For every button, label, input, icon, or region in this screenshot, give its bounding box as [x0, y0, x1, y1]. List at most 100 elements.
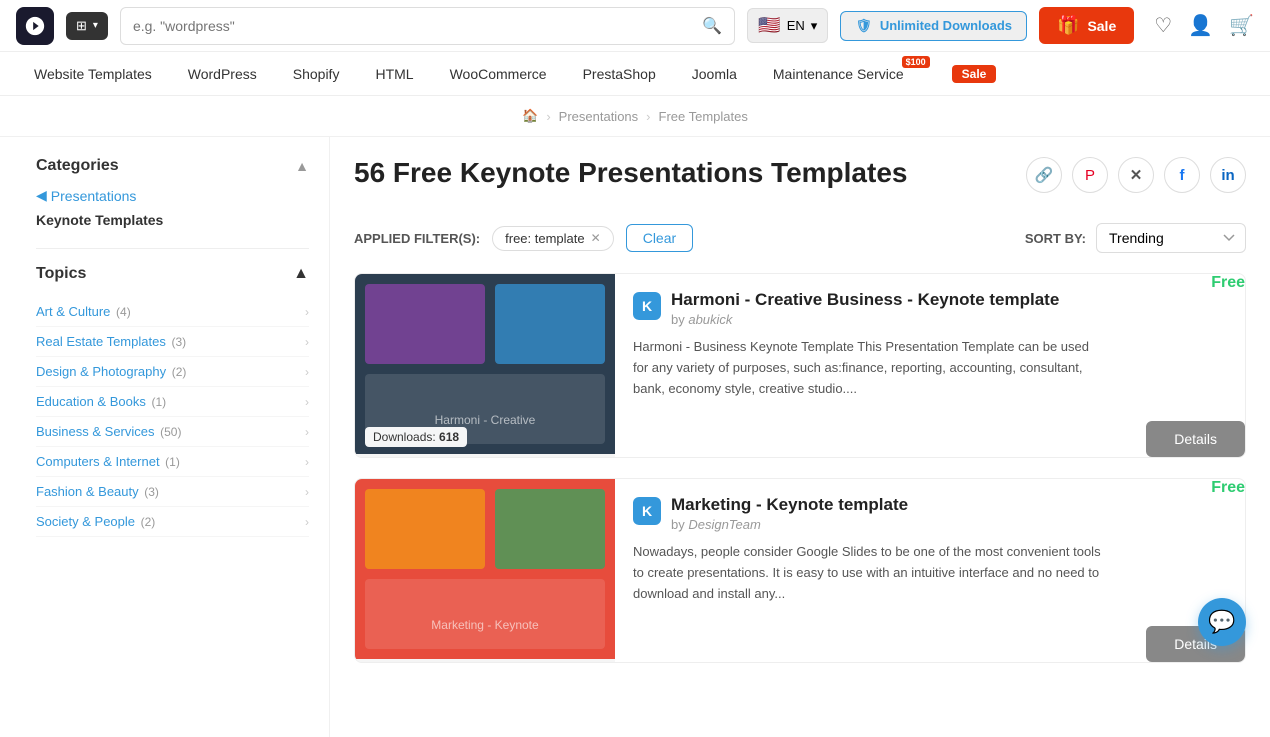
chevron-right-icon: ›: [305, 335, 309, 349]
topic-link[interactable]: Design & Photography (2): [36, 364, 186, 379]
sale-button[interactable]: 🎁 Sale: [1039, 7, 1134, 44]
chevron-right-icon: ›: [305, 305, 309, 319]
breadcrumb-presentations[interactable]: Presentations: [559, 109, 639, 124]
product-info: K Marketing - Keynote template by Design…: [615, 479, 1125, 662]
topic-item: Real Estate Templates (3) ›: [36, 327, 309, 357]
topic-item: Education & Books (1) ›: [36, 387, 309, 417]
share-link-icon[interactable]: 🔗: [1026, 157, 1062, 193]
product-type-icon: K: [633, 292, 661, 320]
product-card: Marketing - Keynote K Marketing - Keynot…: [354, 478, 1246, 663]
search-icon: 🔍: [702, 16, 722, 36]
product-thumbnail[interactable]: Harmoni - Creative Downloads: 618: [355, 274, 615, 457]
main-content: Categories ▲ ◀ Presentations Keynote Tem…: [0, 137, 1270, 737]
product-title[interactable]: Harmoni - Creative Business - Keynote te…: [671, 290, 1059, 309]
social-icons: 🔗 P ✕ f in: [1026, 157, 1246, 193]
categories-section-title: Categories ▲: [36, 157, 309, 175]
gift-icon: 🎁: [1057, 15, 1079, 36]
collapse-icon[interactable]: ▲: [295, 158, 309, 174]
remove-filter-icon[interactable]: ✕: [591, 231, 601, 245]
home-icon[interactable]: 🏠: [522, 108, 538, 124]
clear-filters-button[interactable]: Clear: [626, 224, 693, 252]
linkedin-icon[interactable]: in: [1210, 157, 1246, 193]
nav-item-woocommerce[interactable]: WooCommerce: [432, 52, 565, 96]
chevron-right-icon: ›: [305, 515, 309, 529]
topic-link[interactable]: Education & Books (1): [36, 394, 166, 409]
sidebar-parent-presentations[interactable]: ◀ Presentations: [36, 187, 309, 204]
topic-link[interactable]: Computers & Internet (1): [36, 454, 180, 469]
topic-link[interactable]: Fashion & Beauty (3): [36, 484, 159, 499]
product-info: K Harmoni - Creative Business - Keynote …: [615, 274, 1125, 457]
page-title: 56 Free Keynote Presentations Templates: [354, 157, 907, 189]
sidebar-divider: [36, 248, 309, 249]
chat-bubble-button[interactable]: 💬: [1198, 598, 1246, 646]
flag-icon: 🇺🇸: [758, 15, 780, 36]
topic-link[interactable]: Real Estate Templates (3): [36, 334, 186, 349]
product-price: Free: [1211, 274, 1245, 292]
sale-label: Sale: [1087, 18, 1116, 34]
product-description: Harmoni - Business Keynote Template This…: [633, 337, 1107, 399]
product-title[interactable]: Marketing - Keynote template: [671, 495, 908, 514]
sidebar: Categories ▲ ◀ Presentations Keynote Tem…: [0, 137, 330, 737]
pinterest-icon[interactable]: P: [1072, 157, 1108, 193]
product-type-icon: K: [633, 497, 661, 525]
search-input[interactable]: [133, 18, 694, 34]
nav-item-wordpress[interactable]: WordPress: [170, 52, 275, 96]
chevron-down-icon: ▾: [811, 18, 818, 34]
details-button[interactable]: Details: [1146, 421, 1245, 457]
nav-item-maintenance[interactable]: Maintenance Service $100: [755, 52, 922, 96]
product-card: Harmoni - Creative Downloads: 618 K Harm…: [354, 273, 1246, 458]
chevron-left-icon: ◀: [36, 187, 47, 204]
svg-text:Marketing - Keynote: Marketing - Keynote: [431, 618, 539, 632]
chat-icon: 💬: [1208, 609, 1235, 635]
shield-icon: 🛡: [855, 18, 872, 34]
topic-link[interactable]: Art & Culture (4): [36, 304, 131, 319]
user-icon[interactable]: 👤: [1188, 13, 1213, 38]
content-area: 56 Free Keynote Presentations Templates …: [330, 137, 1270, 737]
downloads-badge: Downloads: 618: [365, 427, 467, 447]
navbar: Website Templates WordPress Shopify HTML…: [0, 52, 1270, 96]
chevron-right-icon: ›: [305, 425, 309, 439]
nav-item-shopify[interactable]: Shopify: [275, 52, 358, 96]
nav-item-sale[interactable]: Sale: [922, 52, 1015, 96]
nav-item-website-templates[interactable]: Website Templates: [16, 52, 170, 96]
filter-tag-value: free: template: [505, 231, 585, 246]
nav-item-html[interactable]: HTML: [357, 52, 431, 96]
topics-section-title: Topics ▲: [36, 265, 309, 283]
facebook-icon[interactable]: f: [1164, 157, 1200, 193]
product-author: by DesignTeam: [671, 517, 908, 532]
sort-label: SORT BY:: [1025, 231, 1086, 246]
product-top: K Marketing - Keynote template by Design…: [633, 495, 1107, 532]
sidebar-current-category: Keynote Templates: [36, 212, 309, 228]
product-thumbnail[interactable]: Marketing - Keynote: [355, 479, 615, 662]
twitter-x-icon[interactable]: ✕: [1118, 157, 1154, 193]
collapse-topics-icon[interactable]: ▲: [293, 265, 309, 283]
nav-toggle-button[interactable]: ⊞ ▾: [66, 12, 108, 40]
product-description: Nowadays, people consider Google Slides …: [633, 542, 1107, 604]
filter-tag-free-template: free: template ✕: [492, 226, 614, 251]
product-list: Harmoni - Creative Downloads: 618 K Harm…: [354, 273, 1246, 663]
header: ⊞ ▾ 🔍 🇺🇸 EN ▾ 🛡 Unlimited Downloads 🎁 Sa…: [0, 0, 1270, 52]
topics-list: Art & Culture (4)›Real Estate Templates …: [36, 297, 309, 537]
nav-item-joomla[interactable]: Joomla: [674, 52, 755, 96]
topic-item: Society & People (2) ›: [36, 507, 309, 537]
topic-item: Art & Culture (4) ›: [36, 297, 309, 327]
product-top: K Harmoni - Creative Business - Keynote …: [633, 290, 1107, 327]
chevron-right-icon: ›: [305, 455, 309, 469]
grid-icon: ⊞: [76, 18, 87, 34]
language-button[interactable]: 🇺🇸 EN ▾: [747, 8, 828, 43]
sort-row: SORT BY: Trending Newest Popular Rating: [1025, 223, 1246, 253]
breadcrumb-free-templates: Free Templates: [659, 109, 748, 124]
nav-item-prestashop[interactable]: PrestaShop: [565, 52, 674, 96]
logo[interactable]: [16, 7, 54, 45]
topic-link[interactable]: Society & People (2): [36, 514, 155, 529]
wishlist-icon[interactable]: ♡: [1154, 13, 1172, 38]
sort-select[interactable]: Trending Newest Popular Rating: [1096, 223, 1246, 253]
sale-nav-tag: Sale: [952, 65, 997, 83]
topic-link[interactable]: Business & Services (50): [36, 424, 181, 439]
product-right: Free Details: [1125, 274, 1245, 457]
cart-icon[interactable]: 🛒: [1229, 13, 1254, 38]
chevron-right-icon: ›: [305, 395, 309, 409]
unlimited-downloads-button[interactable]: 🛡 Unlimited Downloads: [840, 11, 1027, 41]
title-row: 56 Free Keynote Presentations Templates …: [354, 157, 1246, 207]
header-icons: ♡ 👤 🛒: [1154, 13, 1254, 38]
